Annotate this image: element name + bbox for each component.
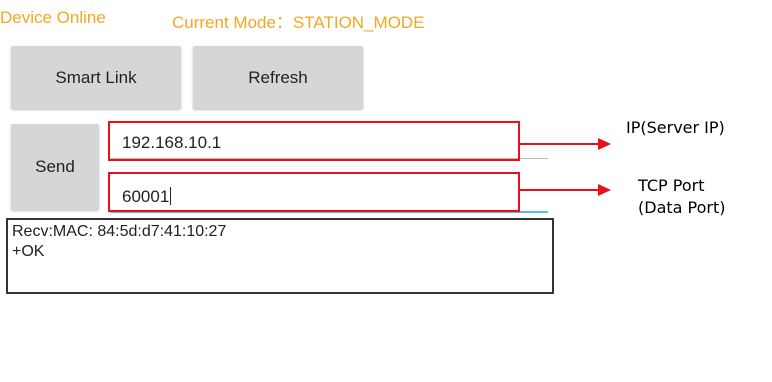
port-arrow [520, 184, 611, 196]
ip-annotation-label: IP(Server IP) [626, 118, 725, 137]
port-annotation-line2: (Data Port) [638, 198, 726, 217]
ip-arrow [520, 138, 611, 150]
port-annotation-line1: TCP Port [638, 176, 705, 195]
